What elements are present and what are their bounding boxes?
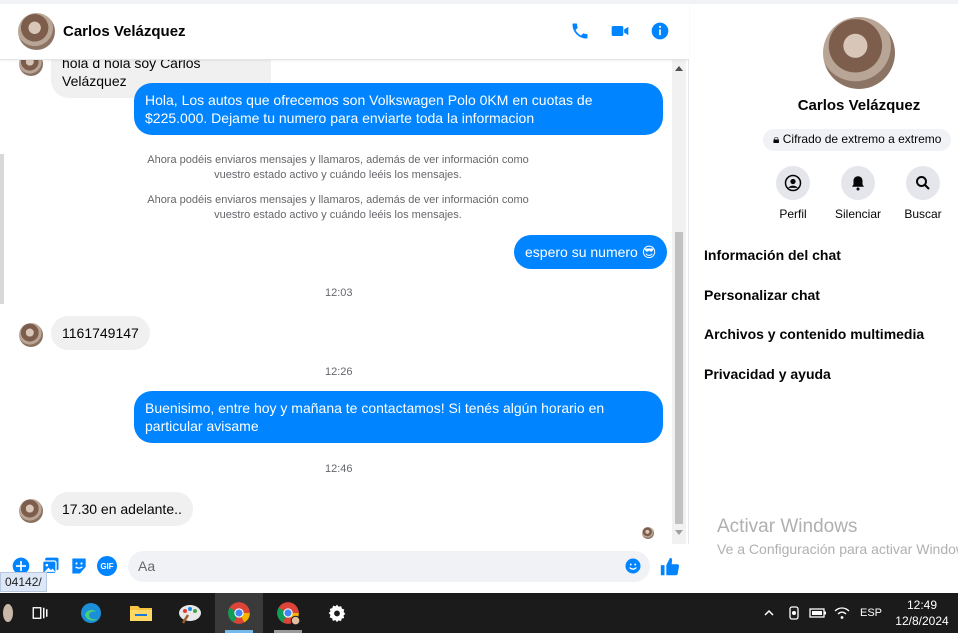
settings-icon[interactable] (313, 593, 361, 633)
mute-action-button[interactable]: Silenciar (828, 166, 888, 221)
scroll-down-arrow-icon[interactable] (675, 530, 683, 535)
timestamp: 12:46 (325, 463, 353, 475)
message-outgoing[interactable]: Buenisimo, entre hoy y mañana te contact… (134, 391, 663, 443)
message-outgoing[interactable]: Hola, Los autos que ofrecemos son Volksw… (134, 83, 663, 135)
message-outgoing[interactable]: espero su numero 😎 (514, 235, 668, 269)
phone-icon[interactable] (568, 19, 592, 43)
search-action-button[interactable]: Buscar (893, 166, 953, 221)
encryption-label: Cifrado de extremo a extremo (782, 132, 942, 146)
timestamp: 12:03 (325, 287, 353, 299)
info-icon[interactable] (648, 19, 672, 43)
mute-action-label: Silenciar (834, 207, 882, 221)
clock-date: 12/8/2024 (895, 614, 949, 628)
video-camera-icon[interactable] (608, 19, 632, 43)
chrome-icon[interactable] (215, 593, 263, 633)
bell-icon (841, 166, 875, 200)
status-url-tooltip: 04142/ (0, 572, 47, 592)
menu-privacy-help[interactable]: Privacidad y ayuda (704, 366, 831, 382)
profile-avatar[interactable] (823, 17, 895, 89)
profile-action-label: Perfil (779, 207, 807, 221)
clock-time: 12:49 (906, 598, 938, 612)
language-indicator[interactable]: ESP (857, 593, 885, 633)
meet-now-icon[interactable] (785, 593, 803, 633)
task-view-icon[interactable] (16, 593, 64, 633)
gif-label: GIF (97, 556, 117, 576)
chat-header: Carlos Velázquez (0, 4, 689, 60)
sticker-icon[interactable] (69, 556, 89, 576)
contact-avatar[interactable] (18, 13, 55, 50)
chevron-up-icon[interactable] (760, 593, 778, 633)
scroll-thumb[interactable] (675, 232, 683, 524)
message-incoming[interactable]: 1161749147 (51, 316, 150, 350)
system-clock[interactable]: 12:49 12/8/2024 (894, 597, 950, 629)
lock-icon: 🔒︎ (773, 132, 780, 146)
message-incoming[interactable]: 17.30 en adelante.. (51, 492, 193, 526)
profile-icon (776, 166, 810, 200)
activate-windows-subtitle: Ve a Configuración para activar Windows. (717, 541, 958, 557)
emoji-icon[interactable] (624, 557, 642, 575)
timestamp: 12:26 (325, 366, 353, 378)
battery-icon[interactable] (808, 593, 828, 633)
message-input[interactable] (138, 555, 608, 577)
system-notice: Ahora podéis enviaros mensajes y llamaro… (147, 194, 529, 221)
encryption-badge: 🔒︎ Cifrado de extremo a extremo (763, 129, 952, 151)
chat-info-panel: Carlos Velázquez 🔒︎ Cifrado de extremo a… (689, 4, 958, 593)
chat-pane: Carlos Velázquez hola d hola soy Carlos … (0, 4, 689, 593)
chat-scrollbar[interactable] (672, 60, 686, 544)
menu-chat-info[interactable]: Información del chat (704, 247, 841, 263)
message-composer: GIF (0, 544, 689, 593)
scroll-up-arrow-icon[interactable] (675, 66, 683, 71)
wifi-icon[interactable] (833, 593, 851, 633)
menu-customize-chat[interactable]: Personalizar chat (704, 287, 820, 303)
message-input-wrapper (128, 551, 650, 582)
message-avatar (19, 499, 43, 523)
like-icon[interactable] (659, 556, 681, 578)
edge-icon[interactable] (67, 593, 115, 633)
profile-action-button[interactable]: Perfil (763, 166, 823, 221)
chrome-profile-icon[interactable] (264, 593, 312, 633)
start-button-partial[interactable] (0, 593, 16, 633)
messenger-window: Carlos Velázquez hola d hola soy Carlos … (0, 0, 958, 593)
gif-icon[interactable]: GIF (97, 556, 117, 576)
read-receipt-avatar (642, 527, 654, 539)
message-avatar (19, 323, 43, 347)
profile-name: Carlos Velázquez (797, 97, 921, 114)
message-avatar (19, 60, 43, 76)
search-icon (906, 166, 940, 200)
file-explorer-icon[interactable] (117, 593, 165, 633)
paint-icon[interactable] (166, 593, 214, 633)
menu-media-files[interactable]: Archivos y contenido multimedia (704, 326, 924, 342)
windows-taskbar: ESP 12:49 12/8/2024 (0, 593, 958, 633)
activate-windows-title: Activar Windows (717, 516, 858, 537)
contact-name[interactable]: Carlos Velázquez (63, 23, 186, 40)
search-action-label: Buscar (904, 207, 942, 221)
message-list[interactable]: hola d hola soy Carlos Velázquez Hola, L… (0, 60, 672, 544)
system-notice: Ahora podéis enviaros mensajes y llamaro… (147, 154, 529, 181)
